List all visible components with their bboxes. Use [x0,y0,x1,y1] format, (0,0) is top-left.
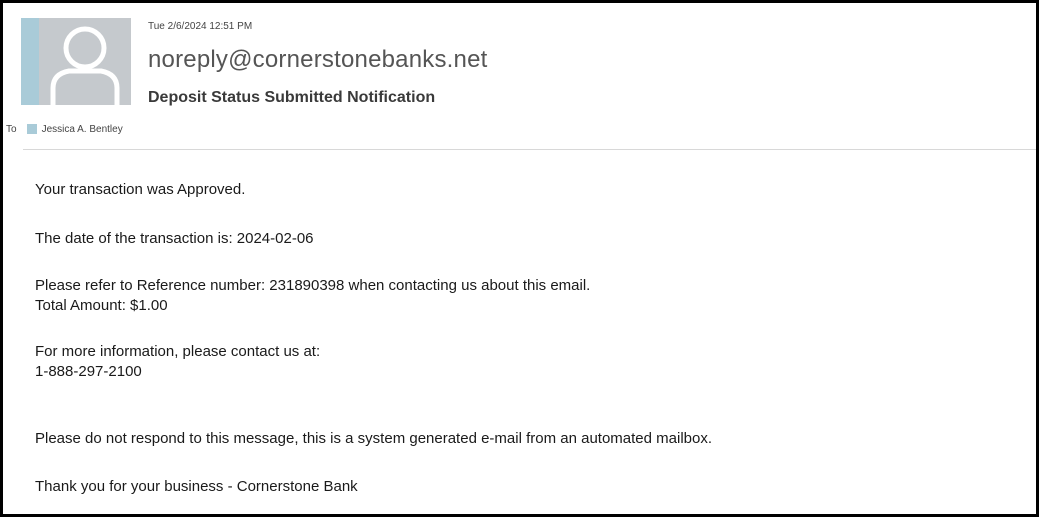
email-subject: Deposit Status Submitted Notification [148,89,436,106]
body-line-thank-you: Thank you for your business - Cornerston… [35,478,358,495]
sender-address[interactable]: noreply@cornerstonebanks.net [148,46,488,74]
avatar-accent-strip [21,18,39,105]
body-line-do-not-respond: Please do not respond to this message, t… [35,430,713,447]
header-divider [23,149,1036,150]
body-line-contact: For more information, please contact us … [35,343,321,360]
email-window: Tue 2/6/2024 12:51 PM noreply@cornerston… [0,0,1039,517]
email-header: Tue 2/6/2024 12:51 PM noreply@cornerston… [3,3,1036,141]
recipient-status-icon [26,124,37,134]
body-line-amount: Total Amount: $1.00 [35,297,168,314]
body-line-approved: Your transaction was Approved. [35,181,246,198]
body-line-reference: Please refer to Reference number: 231890… [35,277,591,294]
email-date: Tue 2/6/2024 12:51 PM [148,21,253,32]
body-line-phone[interactable]: 1-888-297-2100 [35,363,142,380]
recipient-name[interactable]: Jessica A. Bentley [42,124,123,135]
person-silhouette-icon [50,26,120,105]
sender-avatar [21,18,131,105]
body-line-date: The date of the transaction is: 2024-02-… [35,230,314,247]
recipient-row: To Jessica A. Bentley [6,122,123,136]
to-label: To [6,123,17,135]
